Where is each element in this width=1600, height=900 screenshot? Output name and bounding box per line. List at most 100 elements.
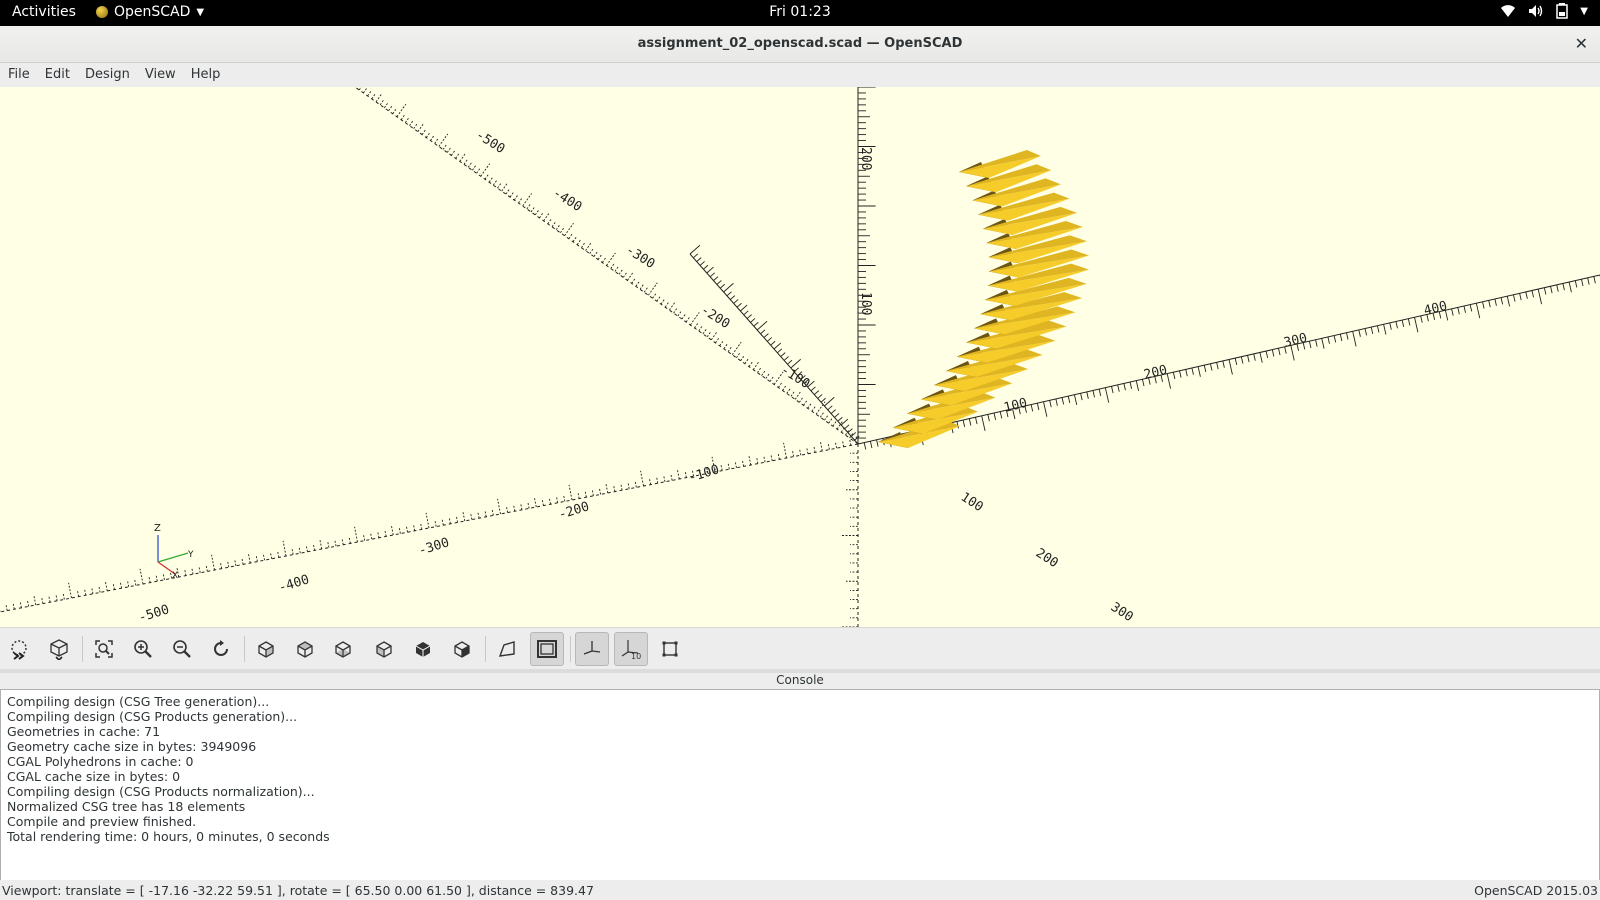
axis-negative-x-tick: [673, 307, 678, 314]
status-bar: Viewport: translate = [ -17.16 -32.22 59…: [0, 880, 1600, 900]
activities-button[interactable]: Activities: [12, 4, 76, 20]
axis-negative-y-tick: [648, 477, 652, 485]
preview-icon: [11, 640, 27, 660]
axis-negative-y-tick: [770, 453, 773, 461]
axis-negative-y-tick: [26, 599, 30, 607]
axis-negative-x-tick: [782, 384, 787, 391]
render-button[interactable]: [42, 632, 76, 666]
axis-negative-x-tick: [459, 152, 467, 162]
menu-design[interactable]: Design: [77, 63, 137, 87]
axis-negative-y-tick: [139, 568, 144, 585]
console-output[interactable]: Compiling design (CSG Tree generation)..…: [0, 689, 1600, 881]
axis-negative-x-tick: [832, 420, 838, 427]
axis-x-tick: [777, 348, 783, 354]
axis-negative-x-tick: [702, 327, 708, 335]
view-bottom-button[interactable]: [326, 632, 360, 666]
axis-y-tick: [1358, 329, 1361, 337]
axis-negative-x-tick: [476, 167, 481, 174]
axis-x-tick: [750, 318, 756, 323]
axis-y-tick: [962, 419, 966, 427]
viewport-canvas[interactable]: 100200300100200300400100200-100-200-300-…: [0, 87, 1600, 627]
axis-x-tick: [703, 264, 709, 270]
axis-y-tick: [1525, 291, 1528, 299]
axis-y-tick: [999, 411, 1003, 419]
menu-view[interactable]: View: [137, 63, 183, 87]
app-menu-button[interactable]: OpenSCAD ▼: [96, 4, 204, 20]
show-scale-button[interactable]: 10: [614, 632, 648, 666]
axis-negative-y-tick: [813, 445, 816, 453]
axis-negative-y-tick: [262, 553, 265, 561]
preview-button[interactable]: [2, 632, 36, 666]
show-edges-button[interactable]: [653, 632, 687, 666]
axis-y-tick: [1333, 335, 1337, 343]
view-all-button[interactable]: [87, 632, 121, 666]
close-icon[interactable]: ✕: [1575, 34, 1588, 53]
axis-negative-y-tick: [282, 540, 287, 557]
axis-y-tick: [1271, 349, 1275, 357]
axis-negative-x-tick: [543, 212, 551, 222]
axis-negative-y-tick: [448, 516, 451, 524]
orthogonal-button[interactable]: [530, 632, 564, 666]
axis-y-tick: [1506, 296, 1511, 307]
axis-negative-y-tick: [748, 454, 752, 466]
axis-negative-x-tick: [790, 390, 796, 397]
axis-negative-x-tick: [522, 193, 532, 207]
view-right-button[interactable]: [249, 632, 283, 666]
view-front-button[interactable]: [406, 632, 440, 666]
axis-negative-x-tick: [748, 360, 754, 367]
axis-tick-label: -500: [137, 602, 171, 625]
axis-x-tick: [740, 304, 748, 312]
menu-file[interactable]: File: [0, 63, 37, 87]
axis-negative-y-tick: [663, 474, 666, 482]
axis-x-tick: [746, 314, 752, 319]
render-icon: [50, 639, 68, 660]
axis-negative-x-tick: [488, 176, 494, 183]
clock[interactable]: Fri 01:23: [769, 4, 830, 20]
show-axes-button[interactable]: [575, 632, 609, 666]
axis-x-tick: [763, 333, 769, 338]
axis-y-tick: [863, 442, 867, 450]
axis-negative-x-tick: [471, 164, 477, 171]
system-status-area[interactable]: ▼: [1500, 3, 1588, 19]
axis-negative-y-tick: [12, 602, 15, 610]
axis-y-tick: [1278, 348, 1281, 356]
axis-negative-x-tick: [807, 402, 813, 409]
axis-negative-y-tick: [384, 529, 387, 537]
view-back-button[interactable]: [445, 632, 479, 666]
axis-y-tick: [1086, 391, 1089, 399]
axis-negative-y-tick: [247, 552, 251, 564]
menu-edit[interactable]: Edit: [37, 63, 77, 87]
axis-negative-x-tick: [723, 342, 729, 350]
menu-help[interactable]: Help: [183, 63, 228, 87]
perspective-button[interactable]: [490, 632, 524, 666]
axis-negative-x-tick: [819, 411, 825, 418]
axis-negative-x-tick: [786, 387, 792, 394]
axis-negative-y-tick: [55, 593, 58, 601]
orthogonal-icon: [537, 640, 557, 658]
view-top-button[interactable]: [288, 632, 322, 666]
axis-negative-x-tick: [400, 113, 406, 120]
axis-negative-x-tick: [480, 163, 491, 177]
axis-negative-x-tick: [828, 417, 834, 424]
axis-y-tick: [1346, 332, 1349, 340]
reset-view-button[interactable]: [204, 632, 238, 666]
axis-negative-x-tick: [434, 137, 440, 144]
axis-y-tick: [876, 439, 879, 447]
axis-negative-y-tick: [398, 526, 401, 534]
axis-y-tick: [1457, 307, 1460, 315]
3d-viewport[interactable]: 100 200 300 100 200 300 400 100 200 -100 -200 -300-…: [0, 87, 1600, 627]
axis-negative-x-tick: [614, 265, 620, 272]
axis-negative-y-tick: [19, 600, 22, 608]
zoom-out-button[interactable]: [165, 632, 199, 666]
view-left-button[interactable]: [367, 632, 401, 666]
axis-negative-y-tick: [191, 567, 194, 575]
axis-negative-y-tick: [205, 564, 208, 572]
zoom-in-button[interactable]: [126, 632, 160, 666]
axis-tick-label: -500: [473, 128, 508, 157]
axis-tick-label: -100: [687, 462, 721, 485]
axis-negative-x-tick: [677, 310, 683, 317]
window-title-bar[interactable]: assignment_02_openscad.scad — OpenSCAD ✕: [0, 26, 1600, 63]
view-all-icon: [95, 640, 113, 658]
axis-negative-y-tick: [563, 494, 566, 502]
axis-negative-x-tick: [509, 191, 515, 198]
